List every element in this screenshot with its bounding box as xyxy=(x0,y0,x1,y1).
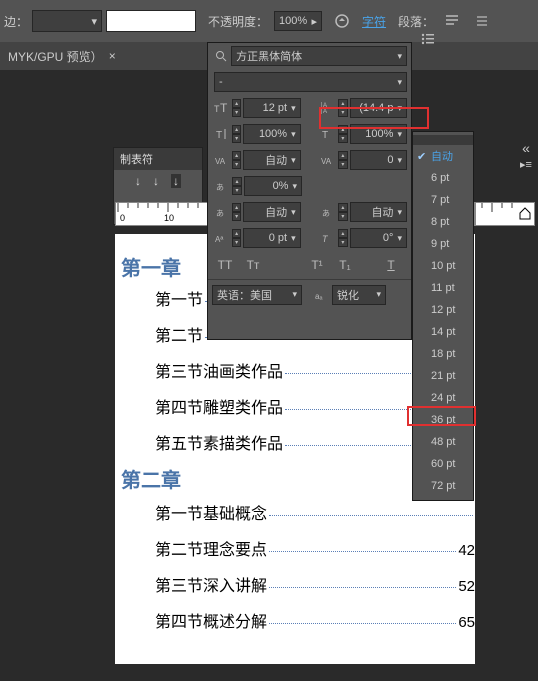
toc-row: 第二节理念要点42 xyxy=(155,536,475,556)
tracking-icon: VA xyxy=(318,151,336,169)
leading-option[interactable]: 60 pt xyxy=(413,453,473,475)
home-marker-icon[interactable] xyxy=(518,206,532,220)
tab-left-icon[interactable]: ↓ xyxy=(135,174,141,188)
leading-spinner[interactable]: ▴▾ xyxy=(338,99,348,117)
subscript-icon[interactable]: T₁ xyxy=(334,255,356,275)
paragraph-panel-link[interactable]: 段落： xyxy=(398,13,434,30)
panel-menu-icon[interactable] xyxy=(472,11,492,31)
aa-icon: aₐ xyxy=(312,286,330,304)
leading-option[interactable]: 7 pt xyxy=(413,189,473,211)
leading-option[interactable]: 21 pt xyxy=(413,365,473,387)
character-panel: 方正黑体简体 - TT ▴▾ 12 pt AA ▴▾ (14.4 p T ▴▾ … xyxy=(207,42,412,340)
leading-option[interactable]: 11 pt xyxy=(413,277,473,299)
leading-option[interactable]: 36 pt xyxy=(413,409,473,431)
align-icon[interactable] xyxy=(442,11,462,31)
font-family-dropdown[interactable]: 方正黑体简体 xyxy=(231,46,407,66)
document-tab-label: MYK/GPU 预览） xyxy=(8,48,103,65)
toc-row: 第三节深入讲解52 xyxy=(155,572,475,592)
leading-option-auto[interactable]: ✔自动 xyxy=(413,145,473,167)
leading-option[interactable]: 18 pt xyxy=(413,343,473,365)
font-size-spinner[interactable]: ▴▾ xyxy=(232,99,242,117)
svg-text:A: A xyxy=(323,109,327,114)
kerning-dropdown[interactable]: 自动 xyxy=(243,150,300,170)
leading-option[interactable]: 9 pt xyxy=(413,233,473,255)
hscale-icon: T xyxy=(318,125,336,143)
vscale-dropdown[interactable]: 100% xyxy=(243,124,300,144)
language-dropdown[interactable]: 英语：美国 xyxy=(212,285,302,305)
font-style-dropdown[interactable]: - xyxy=(214,72,407,92)
stroke-color-input[interactable] xyxy=(106,10,196,32)
leading-dropdown-list: ✔自动 6 pt 7 pt 8 pt 9 pt 10 pt 11 pt 12 p… xyxy=(412,131,474,501)
dropdown-header xyxy=(413,135,473,145)
stroke-label: 边： xyxy=(4,13,28,30)
superscript-icon[interactable]: T¹ xyxy=(306,255,328,275)
angle-icon: T xyxy=(318,229,336,247)
chapter-heading: 第二章 xyxy=(121,464,181,493)
auto-left-dropdown[interactable]: 自动 xyxy=(243,202,300,222)
svg-text:aₐ: aₐ xyxy=(315,292,323,300)
tab-right-icon[interactable]: ↓ xyxy=(171,174,181,188)
baseline-dropdown[interactable]: 0% xyxy=(244,176,302,196)
svg-text:T: T xyxy=(216,130,222,140)
svg-text:Aª: Aª xyxy=(215,235,223,244)
svg-text:T: T xyxy=(322,130,328,140)
bullet-list-icon[interactable] xyxy=(417,30,439,48)
panel-collapse-icon[interactable]: « xyxy=(514,140,538,156)
svg-text:あ: あ xyxy=(216,209,224,218)
toc-row: 第四节概述分解65 xyxy=(155,608,475,628)
baseline-icon: あ xyxy=(212,177,230,195)
svg-text:あ: あ xyxy=(322,209,330,218)
angle-dropdown[interactable]: 0° xyxy=(350,228,407,248)
options-bar: 边： 不透明度： 100% 字符 段落： xyxy=(0,0,538,42)
leading-option[interactable]: 72 pt xyxy=(413,475,473,497)
xoffset-dropdown[interactable]: 0 pt xyxy=(243,228,300,248)
kerning-icon: VA xyxy=(212,151,230,169)
leading-option[interactable]: 48 pt xyxy=(413,431,473,453)
stroke-weight-dropdown[interactable] xyxy=(32,10,102,32)
antialias-dropdown[interactable]: 锐化 xyxy=(332,285,386,305)
allcaps-icon[interactable]: TT xyxy=(214,255,236,275)
vscale-icon: T xyxy=(212,125,230,143)
tracking-dropdown[interactable]: 0 xyxy=(350,150,407,170)
svg-text:あ: あ xyxy=(216,183,224,192)
leading-option[interactable]: 24 pt xyxy=(413,387,473,409)
underline-icon[interactable]: T xyxy=(380,255,402,275)
font-size-icon: TT xyxy=(212,99,230,117)
leading-option[interactable]: 6 pt xyxy=(413,167,473,189)
leading-option[interactable]: 14 pt xyxy=(413,321,473,343)
chapter-heading: 第一章 xyxy=(121,252,181,281)
close-icon[interactable]: × xyxy=(109,49,116,63)
svg-text:VA: VA xyxy=(215,157,226,165)
tab-center-icon[interactable]: ↓ xyxy=(153,174,159,188)
text-transform-row: TT Tᴛ T¹ T₁ T xyxy=(208,251,411,279)
opacity-label: 不透明度： xyxy=(208,13,268,30)
leading-option[interactable]: 12 pt xyxy=(413,299,473,321)
svg-text:T: T xyxy=(322,234,329,244)
character-panel-link[interactable]: 字符 xyxy=(362,13,386,30)
leading-option[interactable]: 10 pt xyxy=(413,255,473,277)
panel-menu-icon[interactable]: ▸≡ xyxy=(514,158,538,171)
leading-option[interactable]: 8 pt xyxy=(413,211,473,233)
recolor-icon[interactable] xyxy=(332,11,352,31)
tabstops-title: 制表符 xyxy=(114,148,202,170)
auto-right-dropdown[interactable]: 自动 xyxy=(350,202,407,222)
leading-icon: AA xyxy=(318,99,336,117)
xoffset-icon: Aª xyxy=(212,229,230,247)
smallcaps-icon[interactable]: Tᴛ xyxy=(242,255,264,275)
hscale-dropdown[interactable]: 100% xyxy=(350,124,407,144)
svg-text:VA: VA xyxy=(321,157,332,165)
svg-text:T: T xyxy=(220,102,228,114)
font-size-dropdown[interactable]: 12 pt xyxy=(243,98,300,118)
opacity-dropdown[interactable]: 100% xyxy=(274,11,322,31)
toc-row: 第一节基础概念 xyxy=(155,500,475,520)
leading-dropdown[interactable]: (14.4 p xyxy=(350,98,407,118)
search-icon[interactable] xyxy=(212,47,229,65)
